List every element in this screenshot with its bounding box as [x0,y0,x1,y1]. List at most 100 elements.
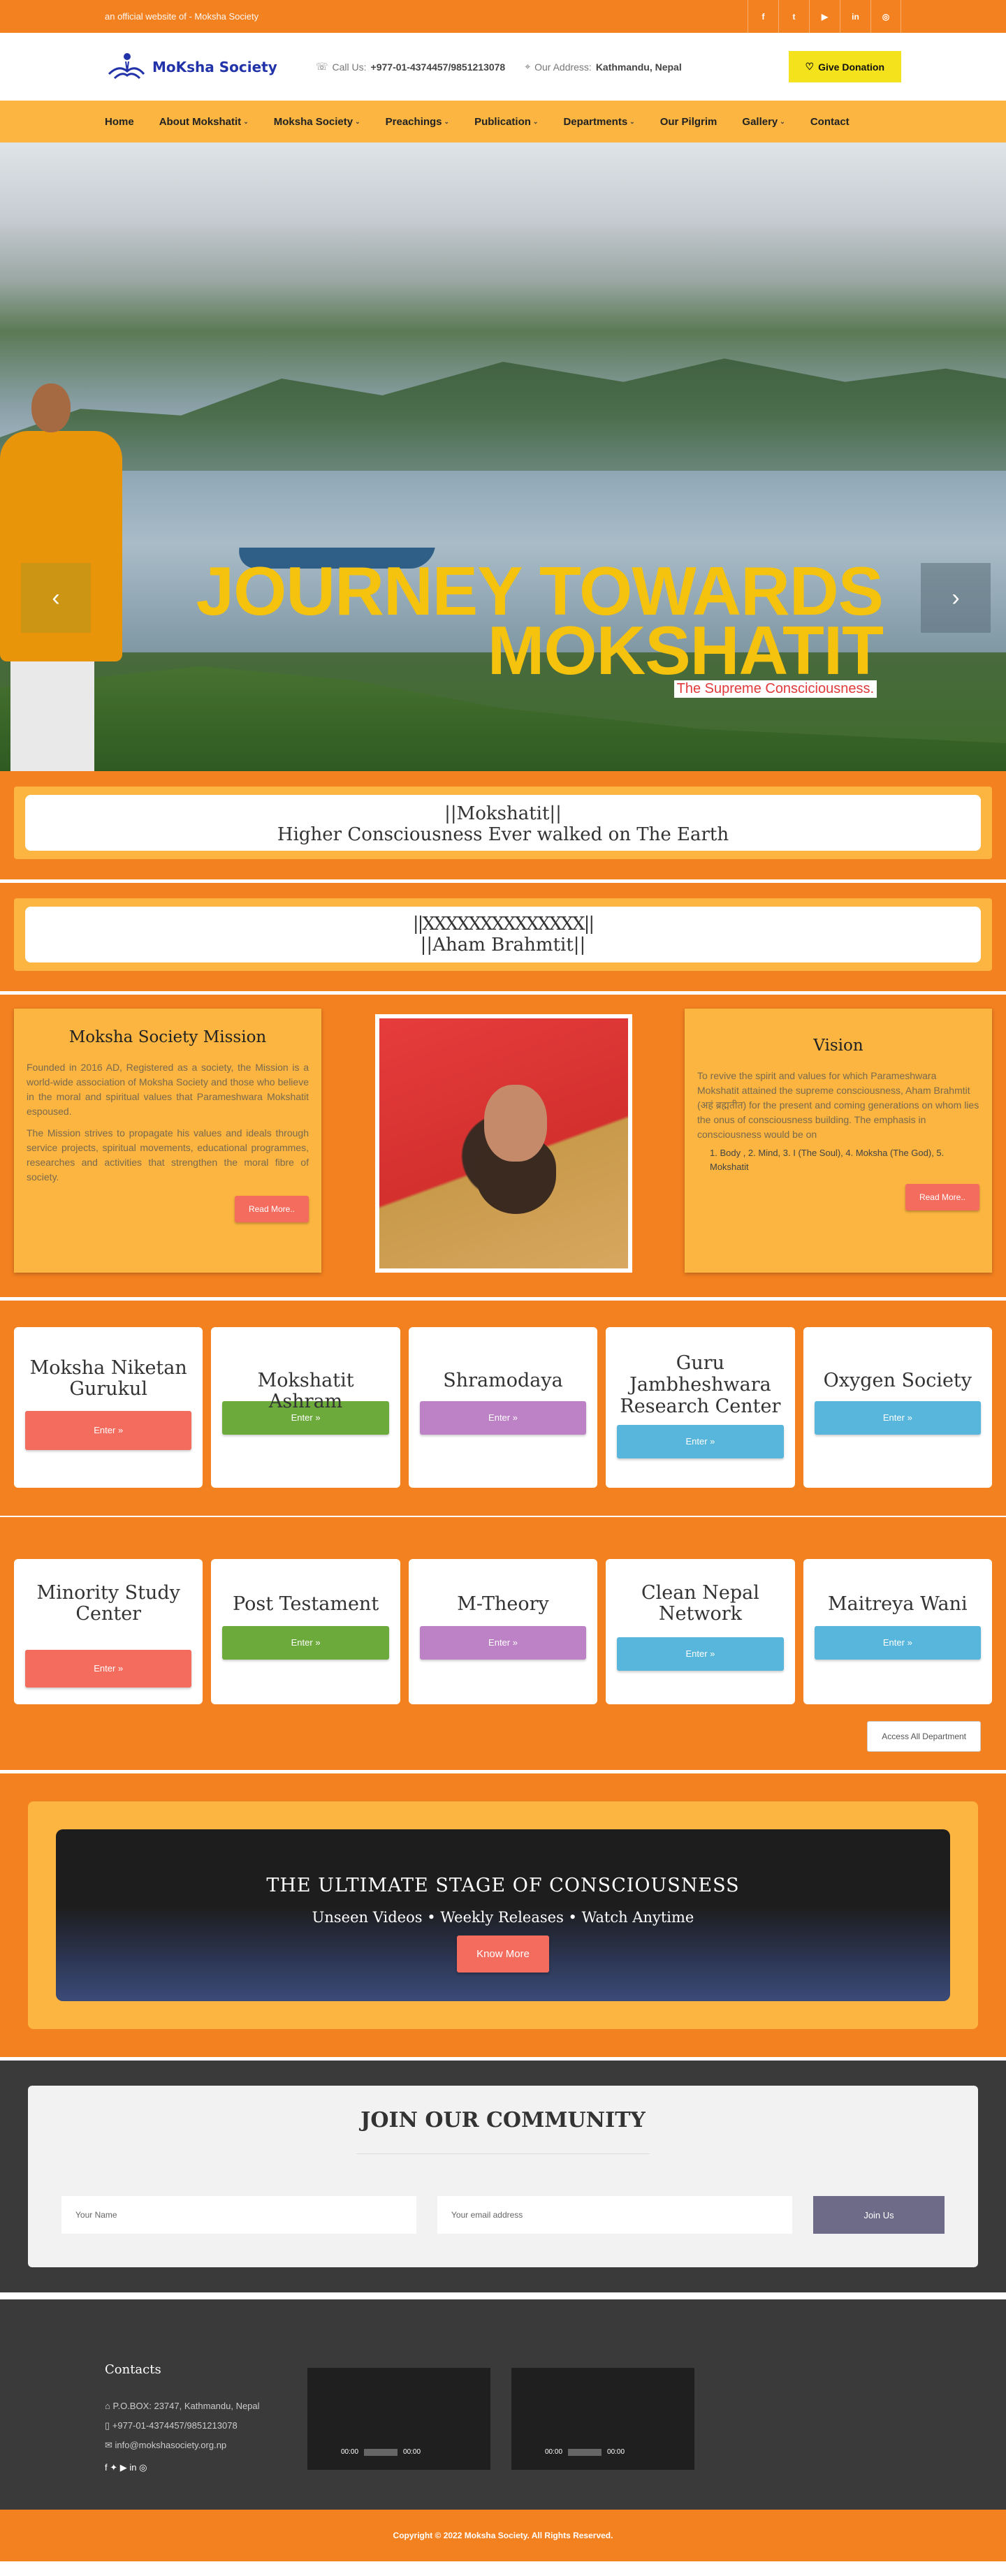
nav-preachings[interactable]: Preachings ⌄ [386,116,449,128]
call-label: Call Us: [332,61,367,73]
nav-about-mokshatit[interactable]: About Mokshatit ⌄ [159,116,249,128]
hero-title: JOURNEY TOWARDS MOKSHATIT [196,557,884,685]
call-number: +977-01-4374457/9851213078 [370,61,506,73]
dept-enter-button[interactable]: Enter » [814,1626,982,1660]
vision-read-more-button[interactable]: Read More.. [905,1184,979,1210]
departments-row-1: Moksha Niketan Gurukul Enter » Mokshatit… [14,1327,993,1488]
video-progress-bar[interactable] [568,2448,602,2456]
address-label: Our Address: [534,61,592,73]
email-input[interactable]: Your email address [437,2196,792,2234]
double-chevron-right-icon: » [315,1637,321,1648]
map-pin-icon: ⌖ [525,61,531,72]
call-us[interactable]: ☏ Call Us: +977-01-4374457/9851213078 [316,61,505,73]
aham-brahmtit-band: ||XXXXXXXXXXXXXX|| ||Aham Brahmtit|| [0,883,1006,995]
dept-title: M-Theory [457,1593,549,1615]
nav-contact[interactable]: Contact [810,116,850,128]
enter-label: Enter [94,1425,116,1435]
dept-enter-button[interactable]: Enter » [419,1401,587,1435]
dept-enter-button[interactable]: Enter » [419,1626,587,1660]
dept-enter-button[interactable]: Enter » [617,1425,784,1458]
footer-video-player-2[interactable]: 00:00 00:00 [511,2368,694,2470]
nav-label: Publication [474,115,531,128]
heart-icon: ♡ [805,61,815,72]
footer-video-player-1[interactable]: 00:00 00:00 [307,2368,490,2470]
mission-read-more-button[interactable]: Read More.. [234,1196,309,1222]
top-bar: an official website of - Moksha Society … [0,0,1006,33]
founder-portrait [375,1014,632,1273]
dept-title: Shramodaya [443,1370,563,1391]
double-chevron-right-icon: » [512,1412,518,1423]
slider-prev-button[interactable]: ‹ [21,563,91,633]
footer-email[interactable]: ✉ info@mokshasociety.org.np [105,2436,279,2455]
facebook-icon[interactable]: f [748,0,778,33]
enter-label: Enter [291,1412,313,1423]
mokshatit-box: ||Mokshatit|| Higher Consciousness Ever … [25,795,981,851]
dept-enter-button[interactable]: Enter » [25,1650,192,1688]
dept-enter-button[interactable]: Enter » [222,1401,389,1435]
youtube-icon[interactable]: ▶ [809,0,840,33]
departments-section: Moksha Niketan Gurukul Enter » Mokshatit… [0,1301,1006,1770]
video-banner[interactable]: THE ULTIMATE STAGE OF CONSCIOUSNESS Unse… [56,1829,950,2001]
nav-home[interactable]: Home [105,116,134,128]
nav-publication[interactable]: Publication ⌄ [474,116,538,128]
footer-contacts: Contacts ⌂ P.O.BOX: 23747, Kathmandu, Ne… [105,2362,279,2473]
mission-section: Moksha Society Mission Founded in 2016 A… [0,995,1006,1301]
chevron-down-icon: ⌄ [243,117,249,125]
dept-title: Moksha Niketan Gurukul [29,1357,187,1400]
footer-phone[interactable]: ▯ +977-01-4374457/9851213078 [105,2416,279,2436]
dept-enter-button[interactable]: Enter » [222,1626,389,1660]
video-time-current: 00:00 [341,2448,359,2456]
nav-label: About Mokshatit [159,115,242,128]
mokshatit-band: ||Mokshatit|| Higher Consciousness Ever … [0,771,1006,883]
chevron-right-icon: › [952,584,960,611]
community-title: JOIN OUR COMMUNITY [360,2108,646,2132]
enter-label: Enter [488,1637,511,1648]
name-input[interactable]: Your Name [61,2196,416,2234]
nav-departments[interactable]: Departments ⌄ [563,116,634,128]
band1-line2: Higher Consciousness Ever walked on The … [277,824,729,845]
dept-enter-button[interactable]: Enter » [25,1411,192,1450]
footer-social-icons[interactable]: f ✦ ▶ in ◎ [105,2462,279,2473]
mission-text-1: Founded in 2016 AD, Registered as a soci… [27,1062,309,1117]
video-progress-bar[interactable] [364,2448,398,2456]
access-all-department-button[interactable]: Access All Department [867,1721,981,1752]
nav-gallery[interactable]: Gallery ⌄ [742,116,785,128]
chevron-down-icon: ⌄ [355,117,360,125]
join-us-button[interactable]: Join Us [813,2196,945,2234]
enter-label: Enter [94,1663,116,1674]
site-logo[interactable]: MoKsha Society [105,50,307,84]
instagram-icon[interactable]: ◎ [870,0,901,33]
dept-enter-button[interactable]: Enter » [617,1637,784,1671]
donate-label: Give Donation [818,61,884,73]
dept-card-guru-jambheshwara: Guru Jambheshwara Research Center Enter … [606,1327,795,1488]
video-time-total: 00:00 [403,2448,421,2456]
know-more-button[interactable]: Know More [457,1935,549,1973]
double-chevron-right-icon: » [907,1637,912,1648]
aham-brahmtit-box: ||XXXXXXXXXXXXXX|| ||Aham Brahmtit|| [25,907,981,963]
hero-subtitle: The Supreme Consciciousness. [673,680,877,698]
linkedin-icon[interactable]: in [840,0,870,33]
video-subtitle: Unseen Videos • Weekly Releases • Watch … [312,1909,694,1926]
nav-our-pilgrim[interactable]: Our Pilgrim [660,116,717,128]
mission-title: Moksha Society Mission [68,1028,267,1046]
double-chevron-right-icon: » [710,1436,715,1447]
slider-next-button[interactable]: › [921,563,991,633]
dept-enter-button[interactable]: Enter » [814,1401,982,1435]
hero-slider: ‹ › JOURNEY TOWARDS MOKSHATIT The Supreme… [0,142,1006,771]
home-icon: ⌂ [105,2401,113,2411]
dept-row-divider [0,1516,1006,1587]
phone-text: +977-01-4374457/9851213078 [112,2420,238,2431]
double-chevron-right-icon: » [512,1637,518,1648]
dept-card-shramodaya: Shramodaya Enter » [408,1327,598,1488]
vision-text: To revive the spirit and values for whic… [697,1070,979,1140]
enter-label: Enter [291,1637,313,1648]
nav-moksha-society[interactable]: Moksha Society ⌄ [274,116,360,128]
dept-card-oxygen-society: Oxygen Society Enter » [803,1327,993,1488]
give-donation-button[interactable]: ♡ Give Donation [788,51,901,82]
twitter-icon[interactable]: t [778,0,809,33]
band2-line2: ||Aham Brahmtit|| [420,935,586,956]
video-title: THE ULTIMATE STAGE OF CONSCIOUSNESS [266,1875,740,1896]
social-links: f t ▶ in ◎ [748,0,901,33]
mobile-icon: ▯ [105,2420,112,2431]
footer-pobox: ⌂ P.O.BOX: 23747, Kathmandu, Nepal [105,2396,279,2416]
